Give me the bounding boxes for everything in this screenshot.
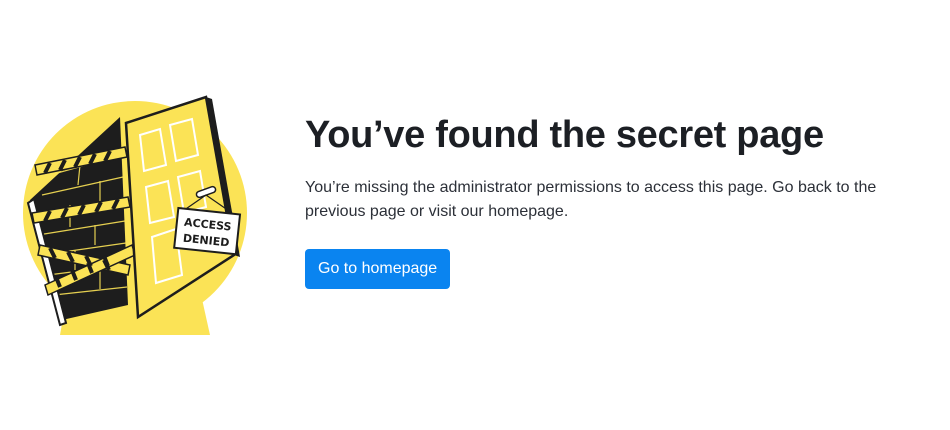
error-description: You’re missing the administrator permiss… [305, 179, 877, 220]
go-to-homepage-button[interactable]: Go to homepage [305, 249, 451, 289]
access-denied-illustration: ACCESS DENIED [20, 95, 250, 340]
page-title: You’ve found the secret page [305, 114, 824, 156]
error-content: You’ve found the secret page You’re miss… [305, 112, 935, 289]
access-denied-sign: ACCESS DENIED [173, 206, 242, 256]
door-caution-tape-icon: ACCESS DENIED [23, 95, 247, 335]
